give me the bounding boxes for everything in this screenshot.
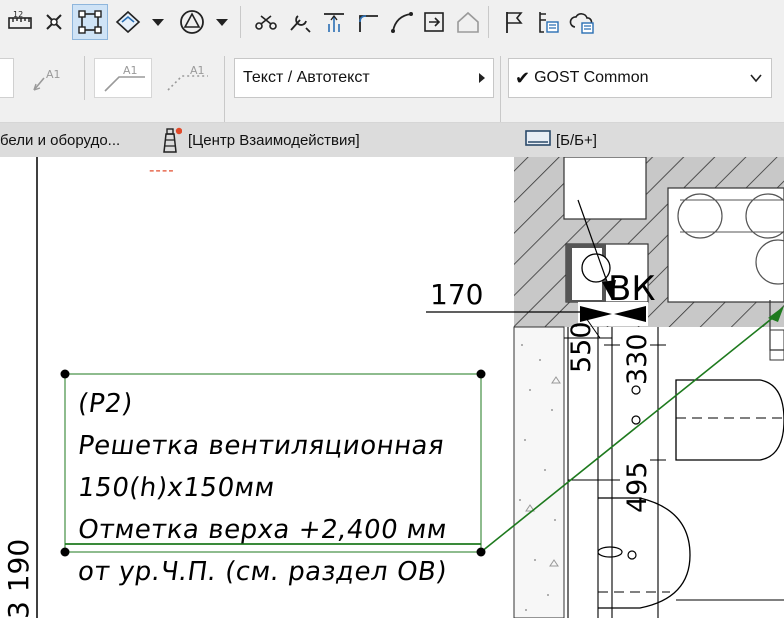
concrete-column bbox=[513, 326, 565, 618]
label-line-name: Решетка вентиляционная bbox=[76, 431, 447, 461]
lighthouse-icon bbox=[158, 126, 183, 154]
shaft-opening bbox=[563, 157, 647, 220]
drawing-canvas[interactable]: ---- 170 ВК 550 330 495 3 190 (P2) Решет… bbox=[0, 157, 784, 618]
toolbar-divider bbox=[84, 56, 85, 100]
cross-select-icon[interactable] bbox=[36, 4, 72, 40]
chevron-down-icon[interactable] bbox=[212, 4, 232, 40]
dim-node bbox=[627, 550, 637, 560]
marquee-select-icon[interactable] bbox=[72, 4, 108, 40]
chevron-right-icon bbox=[477, 70, 487, 91]
tab-label: [Центр Взаимодействия] bbox=[188, 131, 360, 149]
label-line-size: 150(h)x150мм bbox=[76, 473, 277, 503]
sink-drain bbox=[597, 546, 623, 558]
checklist-icon[interactable] bbox=[530, 4, 566, 40]
text-style-combo[interactable]: Текст / Автотекст bbox=[234, 58, 494, 98]
chevron-down-icon[interactable] bbox=[148, 4, 168, 40]
label-line-code: (P2) bbox=[76, 389, 135, 419]
tab-label: [Б/Б+] bbox=[556, 131, 597, 149]
tab-furniture[interactable]: бели и оборудо... bbox=[0, 123, 120, 157]
toolbar-divider bbox=[240, 6, 241, 38]
cloud-sync-icon[interactable] bbox=[564, 4, 600, 40]
curve-edit-icon[interactable] bbox=[384, 4, 420, 40]
label-line-elevation: Отметка верха +2,400 мм bbox=[76, 515, 450, 545]
dim-node bbox=[631, 385, 641, 395]
dim-3190-text: 3 190 bbox=[2, 538, 35, 618]
svg-text:12: 12 bbox=[13, 10, 23, 19]
toolbar-top: 12 bbox=[0, 0, 784, 44]
toolbar-divider bbox=[500, 56, 501, 122]
house-roof-icon[interactable] bbox=[450, 4, 486, 40]
tab-label: бели и оборудо... bbox=[0, 131, 121, 149]
tab-collaboration-center[interactable]: [Центр Взаимодействия] bbox=[158, 123, 360, 157]
dim-495-text: 495 bbox=[622, 461, 653, 513]
svg-text:A1: A1 bbox=[190, 64, 205, 77]
dim-330-text: 330 bbox=[622, 333, 653, 385]
triangle-circle-icon[interactable] bbox=[174, 4, 210, 40]
chevron-down-icon bbox=[749, 71, 763, 90]
intersect-extend-icon[interactable] bbox=[316, 4, 352, 40]
tab-bar: бели и оборудо... [Центр Взаимодействия]… bbox=[0, 123, 784, 157]
label-tool-dotted-button[interactable]: A1 bbox=[160, 60, 216, 96]
fillet-corner-icon[interactable] bbox=[350, 4, 386, 40]
adjust-tool-icon[interactable] bbox=[282, 4, 318, 40]
toolbar-divider bbox=[488, 6, 489, 38]
text-style-combo-label: Текст / Автотекст bbox=[243, 69, 370, 86]
flag-icon[interactable] bbox=[496, 4, 532, 40]
dim-node bbox=[631, 415, 641, 425]
valve-tag-vk: ВК bbox=[608, 269, 656, 309]
svg-text:A1: A1 bbox=[123, 64, 138, 77]
dimension-ruler-icon[interactable]: 12 bbox=[2, 4, 38, 40]
scissors-split-icon[interactable] bbox=[248, 4, 284, 40]
cistern bbox=[769, 329, 784, 361]
layer-diamond-icon[interactable] bbox=[110, 4, 146, 40]
toilet-bowl bbox=[675, 379, 784, 461]
check-icon: ✔ bbox=[515, 67, 531, 88]
label-tool-leader-button[interactable]: A1 bbox=[94, 58, 152, 98]
svg-text:A1: A1 bbox=[46, 68, 61, 81]
partial-field bbox=[0, 58, 14, 98]
font-combo[interactable]: ✔ GOST Common bbox=[508, 58, 772, 98]
label-line-reference: от ур.Ч.П. (см. раздел ОВ) bbox=[76, 557, 450, 587]
tab-section-bb[interactable]: [Б/Б+] bbox=[524, 123, 597, 157]
font-combo-label: GOST Common bbox=[534, 69, 649, 86]
toolbar-divider bbox=[224, 56, 225, 122]
room-opening bbox=[667, 187, 784, 303]
drawing-svg bbox=[36, 157, 784, 618]
notify-dashes: ---- bbox=[149, 161, 175, 179]
dim-550-text: 550 bbox=[566, 321, 597, 373]
offset-box-icon[interactable] bbox=[416, 4, 452, 40]
dim-170-text: 170 bbox=[430, 278, 484, 311]
layout-sheet-icon bbox=[524, 128, 552, 152]
label-tool-arrow-button[interactable]: A1 bbox=[30, 66, 70, 94]
toolbar-info-box: A1 A1 A1 Текст / Автотекст ✔ GOST Common bbox=[0, 44, 784, 123]
